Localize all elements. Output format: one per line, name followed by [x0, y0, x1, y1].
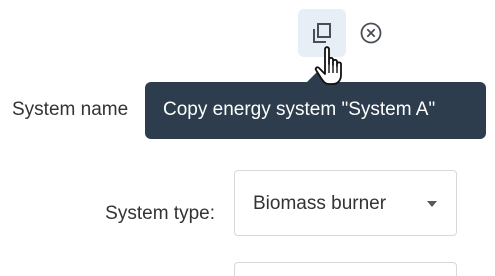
close-circle-icon[interactable] [359, 21, 383, 45]
system-type-label: System type: [105, 203, 215, 224]
tooltip-text: Copy energy system "System A" [163, 99, 436, 120]
chevron-down-icon [427, 201, 437, 207]
system-type-value: Biomass burner [253, 193, 387, 214]
energy-system-form: System name Copy energy system "System A… [0, 0, 495, 276]
hand-cursor-icon [314, 46, 342, 85]
copy-icon [313, 23, 331, 43]
system-type-select[interactable]: Biomass burner [234, 170, 457, 236]
system-name-label: System name [12, 99, 129, 120]
next-field-input[interactable] [234, 262, 457, 276]
